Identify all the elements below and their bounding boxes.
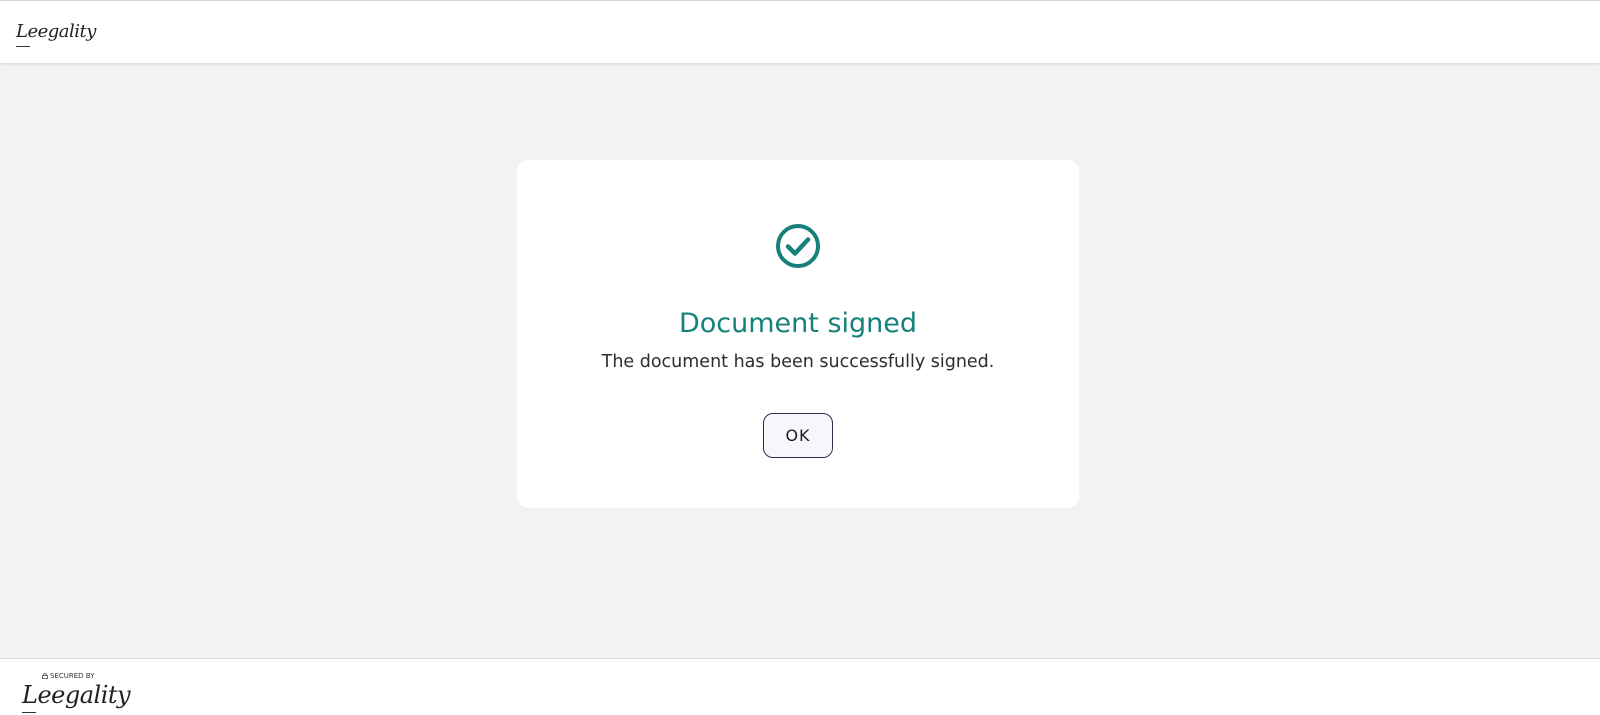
- success-dialog: Document signed The document has been su…: [517, 160, 1079, 508]
- footer-logo-text: Leegality: [22, 681, 131, 709]
- check-circle-icon: [776, 224, 820, 268]
- footer-leegality-logo: Leegality: [22, 681, 131, 713]
- ok-button[interactable]: OK: [763, 413, 833, 458]
- footer-logo-underline: [22, 712, 36, 713]
- secured-by-label: SECURED BY: [42, 672, 94, 680]
- logo-underline: [16, 46, 30, 47]
- dialog-message: The document has been successfully signe…: [601, 352, 995, 372]
- logo-text: Leegality: [16, 21, 96, 42]
- secured-by-text: SECURED BY: [50, 672, 95, 680]
- top-header: Leegality: [0, 0, 1600, 63]
- dialog-title: Document signed: [678, 308, 918, 339]
- footer: SECURED BY Leegality: [0, 658, 1600, 715]
- leegality-logo: Leegality: [16, 21, 96, 47]
- secured-by-badge: SECURED BY Leegality: [20, 672, 131, 714]
- page: Leegality Document signed The document h…: [0, 0, 1600, 715]
- lock-icon: [42, 673, 48, 679]
